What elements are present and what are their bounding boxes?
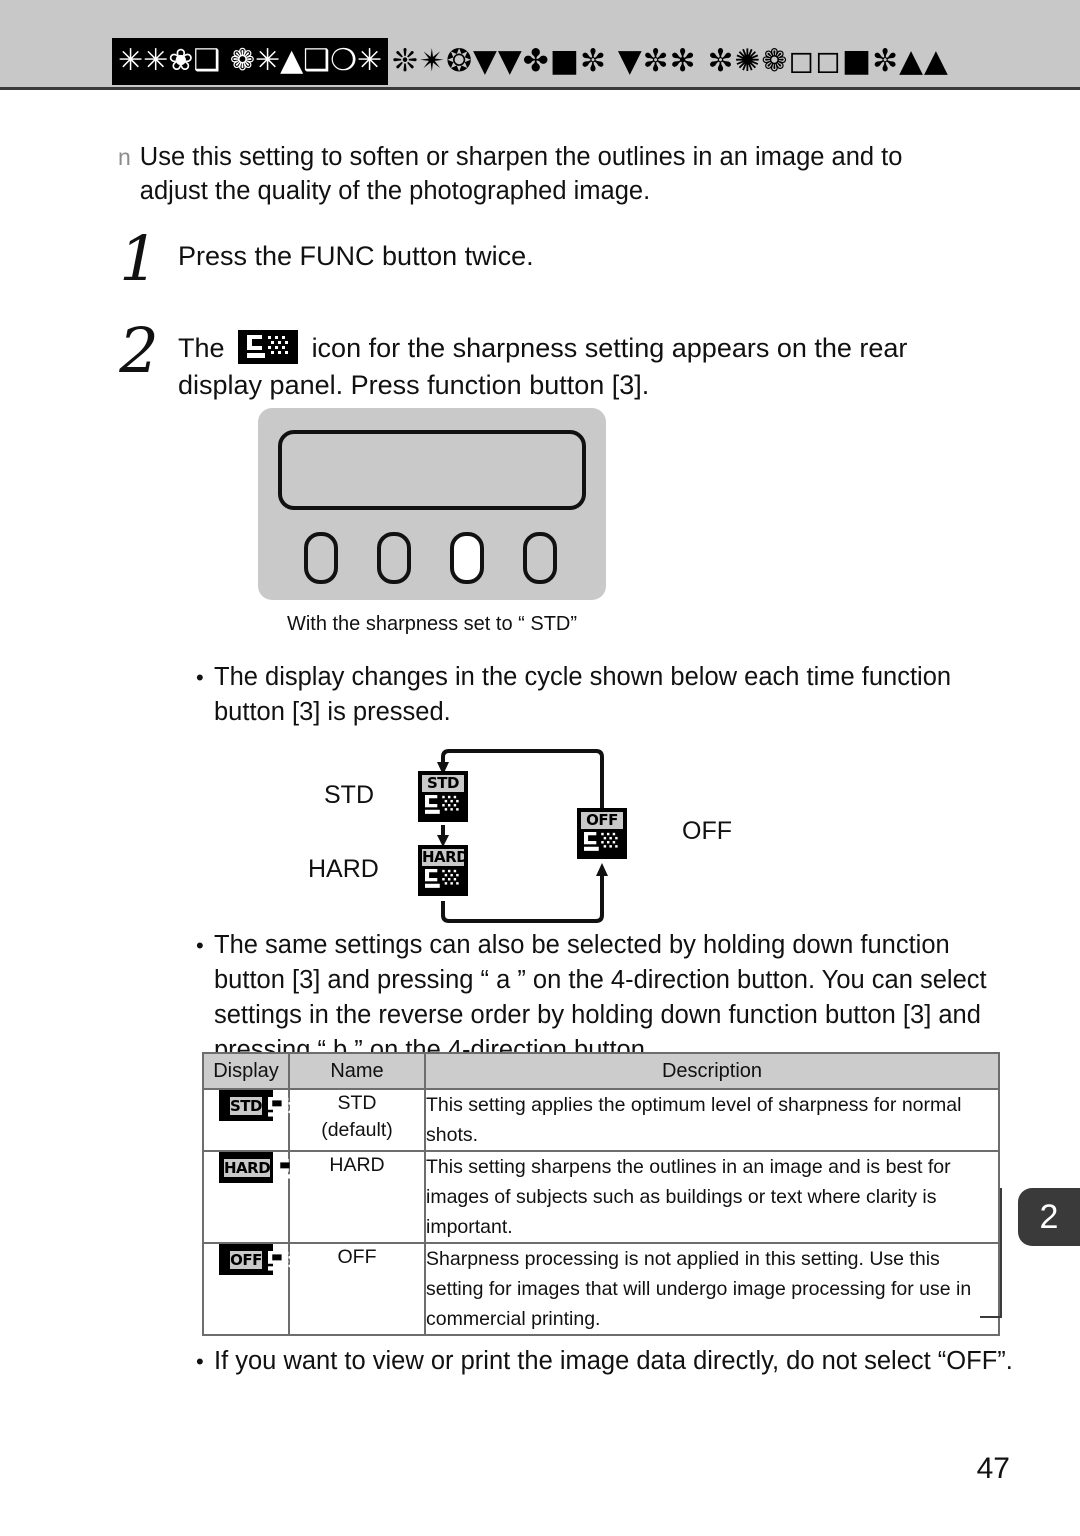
table-cell-name: STD (default)	[288, 1088, 426, 1152]
cycle-label-std: STD	[324, 781, 374, 809]
table-cell-description: This setting sharpens the outlines in an…	[424, 1150, 1000, 1244]
lcd-caption: With the sharpness set to “ STD”	[286, 613, 578, 635]
sharpness-settings-table: Display Name Description STD STD (defaul…	[202, 1052, 1000, 1336]
column-header-display: Display	[202, 1052, 290, 1090]
cycle-arrows	[437, 749, 608, 923]
step-2-text: The icon for the sharpness setting appea…	[178, 322, 980, 404]
intro-text: Use this setting to soften or sharpen th…	[139, 143, 903, 205]
lcd-screen	[278, 430, 586, 510]
intro-marker-icon: n	[118, 144, 131, 170]
table-row: OFF OFF Sharpness processing is not appl…	[202, 1242, 1000, 1336]
step-2-text-before: The	[178, 333, 225, 363]
table-cell-display: OFF	[202, 1242, 303, 1336]
cycle-icon-off-glyph	[580, 830, 624, 856]
table-icon-off: OFF	[219, 1244, 303, 1275]
sharpness-dot-matrix	[268, 336, 289, 358]
cycle-label-hard: HARD	[308, 855, 379, 883]
cycle-icon-hard-caption: HARD	[421, 848, 469, 867]
bullet-same-settings: • The same settings can also be selected…	[196, 928, 1006, 1068]
table-name-std-sub: (default)	[321, 1119, 393, 1141]
lcd-button-3[interactable]	[450, 532, 484, 584]
page-title: ❊✴❂▼▼✤■✼ ▼✼✻ ✼✺❁◻◻■✼▲▲	[392, 43, 949, 79]
table-icon-off-caption: OFF	[229, 1250, 263, 1270]
page-number: 47	[976, 1452, 1010, 1485]
table-icon-hard: HARD	[219, 1152, 312, 1183]
table-cell-display: HARD	[202, 1150, 312, 1244]
cycle-label-off: OFF	[682, 817, 732, 845]
table-name-std: STD	[337, 1092, 377, 1114]
bullet-dot-icon: •	[196, 1349, 204, 1374]
header-title-row: ✳✳❀❑ ❁✳▲❑❍✳ ❊✴❂▼▼✤■✼ ▼✼✻ ✼✺❁◻◻■✼▲▲	[112, 38, 949, 85]
table-cell-description: This setting applies the optimum level o…	[424, 1088, 1000, 1152]
cycle-icon-std-caption: STD	[421, 774, 465, 793]
chapter-tab-vertical-rule	[1000, 1188, 1002, 1318]
chapter-chip: ✳✳❀❑ ❁✳▲❑❍✳	[112, 38, 389, 85]
intro-paragraph: n Use this setting to soften or sharpen …	[118, 140, 938, 208]
sharpness-glyph	[247, 335, 289, 359]
chapter-tab-horizontal-rule	[980, 1316, 1002, 1318]
table-icon-std-caption: STD	[229, 1096, 263, 1116]
cycle-icon-std-glyph	[421, 793, 465, 819]
cycle-icon-off-caption: OFF	[580, 811, 624, 830]
table-row: HARD HARD This setting sharpens the outl…	[202, 1150, 1000, 1244]
bullet-dot-icon: •	[196, 933, 204, 958]
lcd-button-2[interactable]	[377, 532, 411, 584]
table-row: STD STD (default) This setting applies t…	[202, 1088, 1000, 1152]
bullet-off-warning: • If you want to view or print the image…	[196, 1344, 1016, 1379]
table-cell-display: STD	[202, 1088, 303, 1152]
cycle-icon-std: STD	[418, 771, 468, 822]
bullet-same-settings-text: The same settings can also be selected b…	[214, 931, 987, 1064]
cycle-icon-off: OFF	[577, 808, 627, 859]
bullet-cycle-text: The display changes in the cycle shown b…	[214, 663, 952, 726]
rear-display-panel-illustration	[258, 408, 606, 600]
column-header-name: Name	[288, 1052, 426, 1090]
table-cell-description: Sharpness processing is not applied in t…	[424, 1242, 1000, 1336]
step-1: 1 Press the FUNC button twice.	[100, 222, 960, 295]
column-header-description: Description	[424, 1052, 1000, 1090]
page-header-band: ✳✳❀❑ ❁✳▲❑❍✳ ❊✴❂▼▼✤■✼ ▼✼✻ ✼✺❁◻◻■✼▲▲	[0, 0, 1080, 90]
step-2: 2 The icon for the sharpness setting app…	[100, 314, 980, 404]
table-header-row: Display Name Description	[202, 1052, 1000, 1090]
setting-cycle-diagram: STD HARD OFF STD HARD OFF	[300, 745, 740, 925]
table-name-off: OFF	[337, 1246, 377, 1268]
bullet-off-warning-text: If you want to view or print the image d…	[214, 1347, 1013, 1375]
chapter-tab[interactable]: 2	[1018, 1188, 1080, 1246]
table-cell-name: OFF	[288, 1242, 426, 1336]
bullet-cycle: • The display changes in the cycle shown…	[196, 660, 986, 730]
table-icon-std: STD	[219, 1090, 303, 1121]
table-icon-hard-caption: HARD	[223, 1158, 272, 1178]
step-1-text: Press the FUNC button twice.	[178, 241, 534, 271]
bullet-dot-icon: •	[196, 665, 204, 690]
lcd-body	[258, 408, 606, 600]
step-2-number: 2	[119, 314, 159, 387]
sharpness-icon	[238, 330, 299, 364]
step-1-number: 1	[119, 222, 159, 295]
lcd-button-1[interactable]	[304, 532, 338, 584]
lcd-button-4[interactable]	[523, 532, 557, 584]
cycle-icon-hard: HARD	[418, 845, 469, 896]
cycle-icon-hard-glyph	[421, 867, 465, 893]
